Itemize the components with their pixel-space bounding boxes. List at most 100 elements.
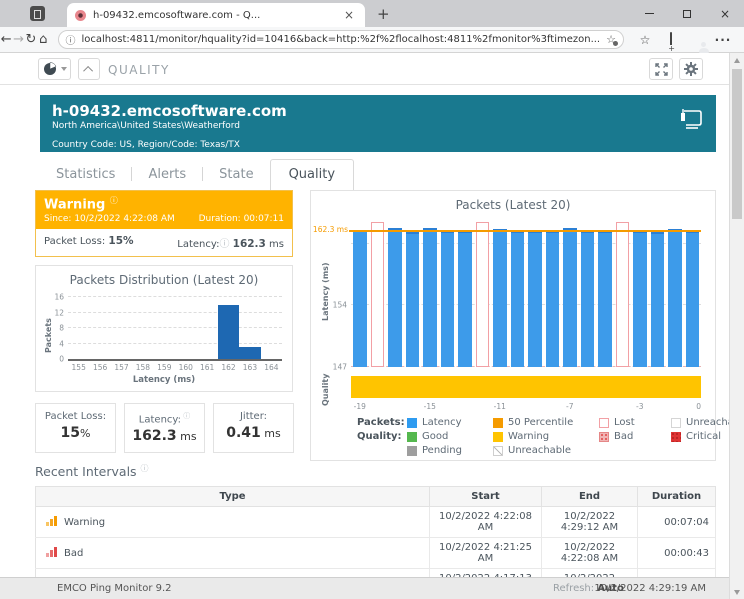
bar-slot bbox=[649, 221, 667, 367]
x-tick-label: 161 bbox=[196, 363, 217, 372]
packets-y-axis-label: Latency (ms) bbox=[321, 262, 330, 321]
browser-window: h-09432.emcosoftware.com - Q... × + × ← … bbox=[0, 0, 744, 599]
tab-statistics[interactable]: Statistics bbox=[40, 160, 131, 189]
bar-slot bbox=[596, 221, 614, 367]
bar-slot bbox=[369, 221, 387, 367]
x-tick-label: -11 bbox=[494, 402, 506, 411]
warning-swatch-icon bbox=[493, 432, 503, 442]
packets-distribution-panel: Packets Distribution (Latest 20) Packets… bbox=[35, 265, 293, 392]
column-header-duration: Duration bbox=[638, 487, 716, 507]
interval-start-cell: 10/2/2022 4:21:25 AM bbox=[430, 538, 542, 569]
packets-chart-title: Packets (Latest 20) bbox=[311, 198, 715, 212]
info-icon: ⓘ bbox=[219, 239, 229, 250]
bar-slot bbox=[132, 297, 153, 359]
x-tick-label: 156 bbox=[89, 363, 110, 372]
column-header-start: Start bbox=[430, 487, 542, 507]
close-button[interactable]: × bbox=[706, 0, 744, 27]
tab-state[interactable]: State bbox=[203, 160, 269, 189]
legend-item-lost: Lost bbox=[599, 417, 671, 428]
interval-type-cell: Bad bbox=[36, 538, 430, 569]
fullscreen-button[interactable] bbox=[649, 58, 673, 80]
collections-icon[interactable] bbox=[658, 33, 684, 47]
latency-bar bbox=[546, 231, 560, 367]
vertical-scrollbar[interactable] bbox=[729, 53, 744, 599]
table-row: Warning10/2/2022 4:22:08 AM10/2/2022 4:2… bbox=[36, 507, 716, 538]
scroll-down-icon[interactable] bbox=[730, 585, 744, 599]
page-tabs: StatisticsAlertsStateQuality bbox=[40, 158, 354, 190]
x-tick-label: -7 bbox=[566, 402, 573, 411]
bar-slot bbox=[666, 221, 684, 367]
site-favicon-icon bbox=[75, 10, 86, 21]
interval-start-cell: 10/2/2022 4:22:08 AM bbox=[430, 507, 542, 538]
favorites-icon[interactable]: ☆ bbox=[632, 33, 658, 47]
x-tick-label: 158 bbox=[132, 363, 153, 372]
metric-label: Jitter: bbox=[218, 411, 289, 422]
bar-slot bbox=[614, 221, 632, 367]
refresh-icon[interactable]: ↻ bbox=[25, 32, 37, 47]
latency-bar bbox=[511, 231, 525, 367]
url-text[interactable]: localhost:4811/monitor/hquality?id=10416… bbox=[82, 34, 601, 45]
bar-slot bbox=[509, 221, 527, 367]
state-latency: Latency:ⓘ 162.3 ms bbox=[177, 235, 284, 250]
y-tick-label: 154 bbox=[325, 301, 347, 310]
back-icon[interactable]: ← bbox=[0, 32, 12, 47]
unreachable-p-swatch-icon bbox=[671, 418, 681, 428]
tab-close-icon[interactable]: × bbox=[341, 8, 357, 22]
bar-slot bbox=[351, 221, 369, 367]
distribution-x-axis-label: Latency (ms) bbox=[36, 375, 292, 385]
latency-bar bbox=[651, 232, 665, 367]
browser-tabstrip: h-09432.emcosoftware.com - Q... × + × bbox=[0, 0, 744, 27]
minimize-button[interactable] bbox=[630, 0, 668, 27]
browser-action-icons: ☆ ··· bbox=[632, 33, 736, 47]
legend-row-label: Packets: bbox=[357, 417, 407, 428]
chart-legend: Packets:Latency50 PercentileLostUnreacha… bbox=[357, 417, 705, 456]
table-row: Bad10/2/2022 4:21:25 AM10/2/2022 4:22:08… bbox=[36, 538, 716, 569]
metric-unit: ms bbox=[261, 427, 281, 440]
percentile-line bbox=[349, 230, 701, 232]
add-favorite-icon[interactable]: ☆ bbox=[606, 33, 616, 46]
lost-swatch-icon bbox=[599, 418, 609, 428]
info-icon: ⓘ bbox=[110, 196, 118, 205]
browser-menu-icon[interactable]: ··· bbox=[710, 33, 736, 47]
view-selector-button[interactable] bbox=[38, 58, 71, 80]
scroll-up-icon[interactable] bbox=[730, 53, 744, 67]
app-version-label: EMCO Ping Monitor 9.2 bbox=[57, 583, 172, 594]
y-tick-label: 8 bbox=[42, 324, 64, 333]
page-content: h-09432.emcosoftware.com North America\U… bbox=[0, 85, 729, 577]
tab-alerts[interactable]: Alerts bbox=[132, 160, 202, 189]
state-body: Packet Loss: 15% Latency:ⓘ 162.3 ms bbox=[36, 229, 292, 256]
latency-bar bbox=[633, 231, 647, 367]
latency-bar bbox=[406, 232, 420, 367]
settings-button[interactable] bbox=[679, 58, 703, 80]
metric-packet-loss: Packet Loss:15% bbox=[35, 403, 116, 453]
column-header-type: Type bbox=[36, 487, 430, 507]
new-tab-button[interactable]: + bbox=[377, 5, 390, 23]
collapse-button[interactable] bbox=[78, 58, 100, 80]
bar-slot bbox=[684, 221, 702, 367]
latency-bar bbox=[598, 231, 612, 367]
legend-item-label: Latency bbox=[422, 417, 462, 428]
latency-bar bbox=[668, 229, 682, 367]
chevron-down-icon bbox=[61, 67, 67, 71]
latency-swatch-icon bbox=[407, 418, 417, 428]
maximize-button[interactable] bbox=[668, 0, 706, 27]
bar-slot bbox=[111, 297, 132, 359]
tab-quality[interactable]: Quality bbox=[270, 159, 354, 191]
browser-tab[interactable]: h-09432.emcosoftware.com - Q... × bbox=[67, 3, 365, 27]
latency-bar bbox=[581, 231, 595, 367]
host-monitor-icon bbox=[678, 107, 704, 137]
distribution-bars bbox=[68, 297, 282, 359]
legend-item-pending: Pending bbox=[407, 445, 493, 456]
bar-slot bbox=[89, 297, 110, 359]
state-box: Warning ⓘ Since: 10/2/2022 4:22:08 AM Du… bbox=[35, 190, 293, 257]
distribution-bar bbox=[239, 347, 260, 359]
site-info-icon[interactable]: ⓘ bbox=[66, 32, 76, 47]
unreachable-q-swatch-icon bbox=[493, 446, 503, 456]
tab-actions-icon[interactable] bbox=[30, 6, 45, 21]
packets-x-ticks: -19-15-11-7-30 bbox=[351, 402, 701, 412]
bar-slot bbox=[491, 221, 509, 367]
state-header: Warning ⓘ Since: 10/2/2022 4:22:08 AM Du… bbox=[36, 191, 292, 229]
address-bar[interactable]: ⓘ localhost:4811/monitor/hquality?id=104… bbox=[58, 30, 624, 49]
home-icon[interactable]: ⌂ bbox=[37, 32, 49, 47]
scrollbar-thumb[interactable] bbox=[732, 69, 742, 219]
